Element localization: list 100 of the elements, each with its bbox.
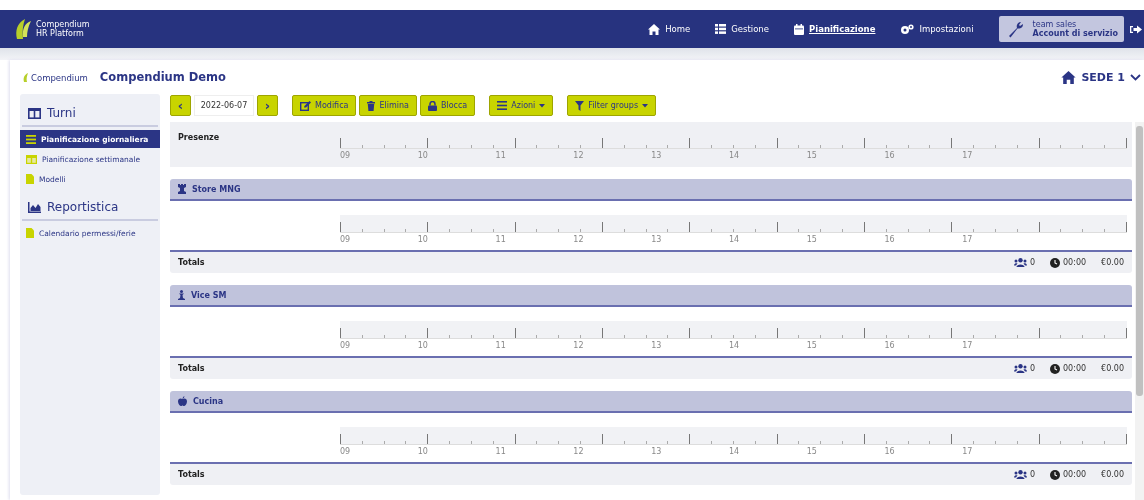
chess-piece-icon bbox=[178, 290, 185, 300]
logo-text: Compendium bbox=[31, 72, 88, 83]
section-title: Turni bbox=[47, 106, 76, 120]
hour-label: 16 bbox=[884, 234, 896, 244]
hour-label: 17 bbox=[962, 446, 974, 456]
hour-label: 14 bbox=[728, 340, 741, 350]
users-icon bbox=[1013, 258, 1027, 267]
section-title: Reportistica bbox=[47, 200, 119, 214]
hour-label: 14 bbox=[728, 234, 741, 244]
leaf-logo-icon bbox=[22, 71, 31, 83]
action-button[interactable]: Blocca bbox=[419, 95, 476, 116]
hours-total: 00:00 bbox=[1063, 258, 1087, 267]
hour-label: 15 bbox=[806, 150, 818, 160]
hours-total: 00:00 bbox=[1063, 470, 1087, 479]
clock-icon bbox=[1050, 257, 1061, 268]
hour-label: 16 bbox=[884, 150, 896, 160]
calendar-icon bbox=[794, 23, 804, 35]
people-count: 0 bbox=[1029, 258, 1036, 267]
hour-label: 16 bbox=[884, 446, 896, 456]
hour-label: 11 bbox=[495, 446, 507, 456]
nav-link[interactable]: Pianificazione bbox=[794, 23, 876, 35]
group-title: Vice SM bbox=[191, 290, 227, 300]
cost-total: €0.00 bbox=[1101, 470, 1124, 479]
home-icon bbox=[648, 23, 661, 35]
hour-label: 14 bbox=[728, 446, 741, 456]
leaf-logo-icon bbox=[13, 17, 33, 41]
nav-link[interactable]: Impostazioni bbox=[900, 23, 974, 35]
scrollbar-thumb[interactable] bbox=[1136, 126, 1143, 396]
hour-label: 11 bbox=[495, 340, 507, 350]
caret-icon bbox=[539, 103, 546, 108]
edit-icon bbox=[300, 100, 311, 111]
page-title: Compendium Demo bbox=[99, 70, 226, 84]
hour-label: 12 bbox=[573, 340, 585, 350]
hour-label: 17 bbox=[962, 234, 974, 244]
hour-label: 17 bbox=[962, 150, 974, 160]
columns-icon bbox=[26, 154, 37, 164]
caret-icon bbox=[642, 103, 649, 108]
hour-label: 15 bbox=[806, 446, 818, 456]
hour-label: 16 bbox=[884, 340, 896, 350]
hour-label: 11 bbox=[495, 150, 507, 160]
hour-label: 09 bbox=[340, 446, 352, 456]
next-day-button[interactable]: › bbox=[257, 95, 278, 116]
logout-icon[interactable] bbox=[1130, 23, 1142, 35]
clock-icon bbox=[1050, 469, 1061, 480]
hour-label: 10 bbox=[417, 446, 429, 456]
dropdown-button[interactable]: Azioni bbox=[489, 95, 554, 116]
site-selector[interactable]: SEDE 1 bbox=[1061, 70, 1141, 84]
chevron-down-icon bbox=[1130, 73, 1141, 81]
hour-label: 10 bbox=[417, 340, 429, 350]
hour-label: 13 bbox=[651, 150, 663, 160]
columns-icon bbox=[28, 107, 41, 119]
cost-total: €0.00 bbox=[1101, 364, 1124, 373]
presence-title: Presenze bbox=[178, 133, 220, 144]
dropdown-button[interactable]: Filter groups bbox=[567, 95, 657, 116]
hour-label: 09 bbox=[340, 234, 352, 244]
previous-day-button[interactable]: ‹ bbox=[170, 95, 191, 116]
chess-piece-icon bbox=[178, 184, 186, 194]
file-icon bbox=[26, 228, 34, 238]
date-field[interactable]: 2022-06-07 bbox=[194, 95, 254, 116]
hour-label: 17 bbox=[962, 340, 974, 350]
hour-label: 13 bbox=[651, 340, 663, 350]
brand-subtitle: HR Platform bbox=[36, 29, 84, 38]
list-icon bbox=[26, 134, 36, 144]
clock-icon bbox=[1050, 363, 1061, 374]
action-button[interactable]: Modifica bbox=[292, 95, 357, 116]
group-title: Cucina bbox=[193, 396, 224, 406]
action-button[interactable]: Elimina bbox=[359, 95, 417, 116]
users-icon bbox=[1013, 470, 1027, 479]
users-icon bbox=[1013, 364, 1027, 373]
trash-icon bbox=[367, 100, 376, 111]
totals-label: Totals bbox=[178, 470, 205, 479]
hour-label: 12 bbox=[573, 234, 585, 244]
account-menu[interactable]: team sales Account di servizio bbox=[998, 16, 1124, 42]
gears-icon bbox=[900, 23, 915, 35]
totals-label: Totals bbox=[178, 258, 205, 267]
hour-label: 11 bbox=[495, 234, 507, 244]
hour-label: 12 bbox=[573, 150, 585, 160]
hours-total: 00:00 bbox=[1063, 364, 1087, 373]
brand-name: Compendium bbox=[36, 20, 90, 29]
hour-label: 13 bbox=[651, 234, 663, 244]
file-icon bbox=[26, 174, 34, 184]
area-chart-icon bbox=[28, 201, 41, 213]
menu-icon bbox=[497, 101, 508, 110]
hour-label: 09 bbox=[340, 340, 352, 350]
list-icon bbox=[715, 24, 727, 34]
hour-label: 14 bbox=[728, 150, 741, 160]
nav-link[interactable]: Gestione bbox=[715, 24, 769, 34]
hour-label: 12 bbox=[573, 446, 585, 456]
hour-label: 13 bbox=[651, 446, 663, 456]
lock-icon bbox=[427, 100, 437, 111]
nav-link[interactable]: Home bbox=[648, 23, 691, 35]
totals-label: Totals bbox=[178, 364, 205, 373]
hour-label: 15 bbox=[806, 340, 818, 350]
hour-label: 15 bbox=[806, 234, 818, 244]
filter-icon bbox=[575, 100, 585, 111]
group-title: Store MNG bbox=[192, 184, 241, 194]
apple-icon bbox=[178, 396, 187, 406]
hour-label: 09 bbox=[340, 150, 352, 160]
hour-label: 10 bbox=[417, 150, 429, 160]
cost-total: €0.00 bbox=[1101, 258, 1124, 267]
